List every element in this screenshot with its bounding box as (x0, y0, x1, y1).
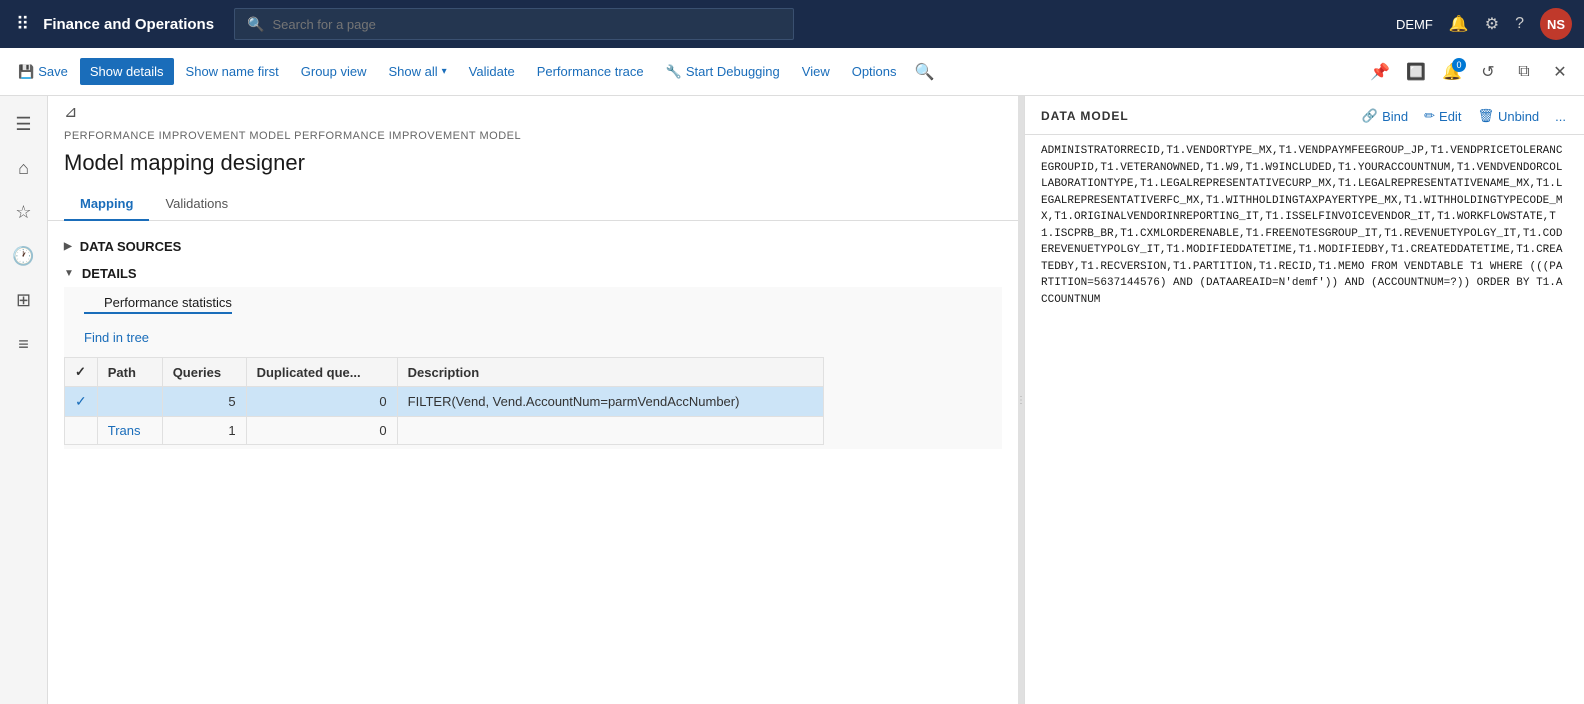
right-panel-actions: 🔗 Bind ✏ Edit 🗑 Unbind ... (1360, 106, 1568, 126)
toolbar: 💾 Save Show details Show name first Grou… (0, 48, 1584, 96)
col-path: Path (97, 358, 162, 387)
notification-badge-button[interactable]: 🔔 0 (1436, 56, 1468, 88)
toolbar-search-icon[interactable]: 🔍 (909, 56, 941, 88)
notification-icon[interactable]: 🔔 (1449, 14, 1469, 34)
row-path-2: Trans (97, 417, 162, 445)
content-body: ▶ DATA SOURCES ▼ DETAILS Performance sta… (48, 221, 1018, 704)
right-panel-title: DATA MODEL (1041, 109, 1129, 123)
debug-icon: 🔧 (666, 64, 682, 80)
details-chevron-icon: ▼ (64, 268, 74, 279)
save-icon: 💾 (18, 64, 34, 80)
group-view-button[interactable]: Group view (291, 58, 377, 85)
page-title: Model mapping designer (48, 146, 1018, 188)
validate-button[interactable]: Validate (459, 58, 525, 85)
row-description-1: FILTER(Vend, Vend.AccountNum=parmVendAcc… (397, 387, 823, 417)
row-path-1 (97, 387, 162, 417)
row-description-2 (397, 417, 823, 445)
toolbar-right-actions: 📌 🔲 🔔 0 ↺ ⧉ ✕ (1364, 56, 1576, 88)
right-panel-content: ADMINISTRATORRECID,T1.VENDORTYPE_MX,T1.V… (1025, 135, 1584, 704)
breadcrumb: PERFORMANCE IMPROVEMENT MODEL PERFORMANC… (48, 122, 1018, 146)
table-row[interactable]: Trans 1 0 (65, 417, 824, 445)
link-icon: 🔗 (1362, 108, 1378, 124)
show-all-button[interactable]: Show all ▾ (379, 58, 457, 85)
details-section-header[interactable]: ▼ DETAILS (64, 260, 1002, 287)
find-in-tree-link[interactable]: Find in tree (64, 322, 1002, 353)
sidebar-item-recent[interactable]: 🕐 (4, 236, 44, 276)
sidebar-item-home[interactable]: ⌂ (4, 148, 44, 188)
sidebar-item-hamburger[interactable]: ☰ (4, 104, 44, 144)
help-icon[interactable]: ? (1515, 15, 1524, 33)
edit-icon: ✏ (1424, 108, 1435, 124)
edit-button[interactable]: ✏ Edit (1422, 106, 1463, 126)
close-icon[interactable]: ✕ (1544, 56, 1576, 88)
extension-icon[interactable]: 🔲 (1400, 56, 1432, 88)
col-description: Description (397, 358, 823, 387)
search-icon: 🔍 (247, 16, 264, 33)
bind-button[interactable]: 🔗 Bind (1360, 106, 1410, 126)
pin-icon[interactable]: 📌 (1364, 56, 1396, 88)
options-button[interactable]: Options (842, 58, 907, 85)
show-name-first-button[interactable]: Show name first (176, 58, 289, 85)
tabs: Mapping Validations (48, 188, 1018, 221)
refresh-icon[interactable]: ↺ (1472, 56, 1504, 88)
show-details-button[interactable]: Show details (80, 58, 174, 85)
details-label: DETAILS (82, 266, 137, 281)
sidebar-item-list[interactable]: ≡ (4, 324, 44, 364)
tab-mapping[interactable]: Mapping (64, 188, 149, 221)
tab-validations[interactable]: Validations (149, 188, 244, 221)
row-check-2 (65, 417, 98, 445)
col-queries: Queries (162, 358, 246, 387)
filter-icon[interactable]: ⊿ (64, 102, 77, 122)
unbind-button[interactable]: 🗑 Unbind (1475, 106, 1541, 126)
row-queries-2: 1 (162, 417, 246, 445)
content-area: ⊿ PERFORMANCE IMPROVEMENT MODEL PERFORMA… (48, 96, 1018, 704)
view-button[interactable]: View (792, 58, 840, 85)
row-check-1: ✓ (65, 387, 98, 417)
sidebar: ☰ ⌂ ☆ 🕐 ⊞ ≡ (0, 96, 48, 704)
performance-stats-label: Performance statistics (84, 291, 232, 314)
avatar[interactable]: NS (1540, 8, 1572, 40)
sidebar-item-favorites[interactable]: ☆ (4, 192, 44, 232)
top-nav: ⠿ Finance and Operations 🔍 DEMF 🔔 ⚙ ? NS (0, 0, 1584, 48)
grid-icon[interactable]: ⠿ (12, 10, 33, 39)
data-sources-section-header[interactable]: ▶ DATA SOURCES (64, 233, 1002, 260)
top-nav-right: DEMF 🔔 ⚙ ? NS (1396, 8, 1572, 40)
table-row[interactable]: ✓ 5 0 FILTER(Vend, Vend.AccountNum=parmV… (65, 387, 824, 417)
col-check: ✓ (65, 358, 98, 387)
search-bar: 🔍 (234, 8, 794, 40)
details-panel: Performance statistics Find in tree ✓ Pa… (64, 287, 1002, 449)
show-all-chevron-icon: ▾ (442, 66, 447, 77)
open-new-icon[interactable]: ⧉ (1508, 56, 1540, 88)
search-input[interactable] (273, 17, 782, 32)
data-sources-chevron-icon: ▶ (64, 241, 72, 252)
save-button[interactable]: 💾 Save (8, 58, 78, 86)
main-layout: ☰ ⌂ ☆ 🕐 ⊞ ≡ ⊿ PERFORMANCE IMPROVEMENT MO… (0, 96, 1584, 704)
col-duplicated: Duplicated que... (246, 358, 397, 387)
app-title: Finance and Operations (43, 16, 214, 33)
notification-count: 0 (1452, 58, 1466, 72)
right-panel-header: DATA MODEL 🔗 Bind ✏ Edit 🗑 Unbind ... (1025, 96, 1584, 135)
sidebar-item-workspaces[interactable]: ⊞ (4, 280, 44, 320)
performance-trace-button[interactable]: Performance trace (527, 58, 654, 85)
data-sources-label: DATA SOURCES (80, 239, 182, 254)
start-debugging-button[interactable]: 🔧 Start Debugging (656, 58, 790, 86)
right-panel: DATA MODEL 🔗 Bind ✏ Edit 🗑 Unbind ... (1024, 96, 1584, 704)
more-button[interactable]: ... (1553, 107, 1568, 126)
row-queries-1: 5 (162, 387, 246, 417)
row-duplicated-1: 0 (246, 387, 397, 417)
unbind-icon: 🗑 (1477, 108, 1494, 124)
performance-table: ✓ Path Queries Duplicated que... Descrip… (64, 357, 824, 445)
settings-icon[interactable]: ⚙ (1485, 14, 1499, 34)
env-label: DEMF (1396, 17, 1433, 32)
row-duplicated-2: 0 (246, 417, 397, 445)
